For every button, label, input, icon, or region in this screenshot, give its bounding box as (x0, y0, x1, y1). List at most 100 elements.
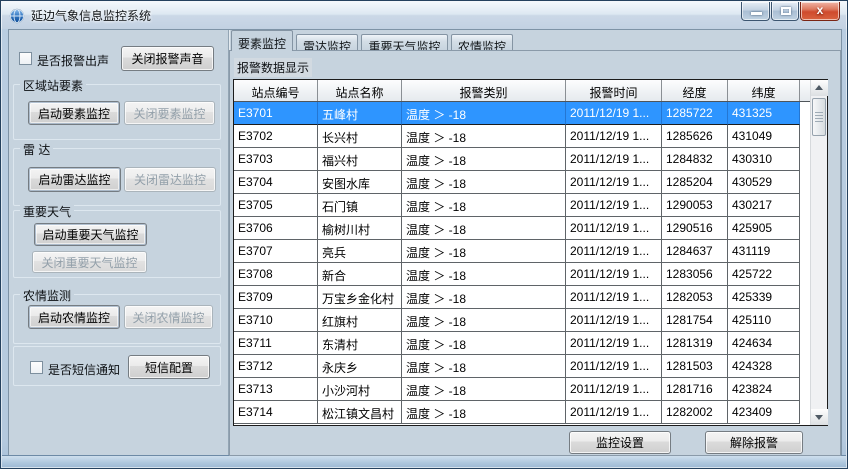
grid-header: 站点编号 站点名称 报警类别 报警时间 经度 纬度 (234, 80, 827, 102)
table-cell: 2011/12/19 1... (566, 332, 662, 355)
group-sms: 是否短信通知 短信配置 (13, 346, 221, 386)
table-row[interactable]: E3706榆树川村温度 ＞ -182011/12/19 1...12905164… (234, 217, 810, 240)
table-row[interactable]: E3708新合温度 ＞ -182011/12/19 1...1283056425… (234, 263, 810, 286)
table-cell: 五峰村 (318, 102, 402, 125)
group-radar: 雷 达 启动雷达监控 关闭雷达监控 (13, 148, 221, 206)
alarm-sound-checkbox[interactable] (19, 52, 32, 65)
sms-notify-label: 是否短信通知 (48, 361, 120, 378)
header-station-name[interactable]: 站点名称 (318, 80, 402, 101)
close-alarm-sound-button[interactable]: 关闭报警声音 (121, 46, 214, 71)
table-cell: 温度 ＞ -18 (402, 194, 566, 217)
tab-radar-monitor[interactable]: 雷达监控 (296, 34, 358, 51)
table-row[interactable]: E3703福兴村温度 ＞ -182011/12/19 1...128483243… (234, 148, 810, 171)
table-cell: 2011/12/19 1... (566, 171, 662, 194)
start-agriculture-monitor-button[interactable]: 启动农情监控 (28, 305, 120, 329)
vertical-scrollbar[interactable] (810, 80, 827, 425)
tab-weather-monitor[interactable]: 重要天气监控 (361, 34, 448, 51)
table-cell: 423824 (728, 378, 800, 401)
window-frame-bottom (2, 455, 846, 467)
close-icon: x (817, 3, 824, 17)
table-cell: 2011/12/19 1... (566, 217, 662, 240)
minimize-button[interactable] (741, 2, 770, 21)
table-cell: 1284832 (662, 148, 728, 171)
maximize-icon (781, 7, 791, 15)
scroll-down-button[interactable] (811, 409, 828, 425)
table-cell: 2011/12/19 1... (566, 309, 662, 332)
group-weather-title: 重要天气 (20, 203, 74, 220)
table-row[interactable]: E3707亮兵温度 ＞ -182011/12/19 1...1284637431… (234, 240, 810, 263)
table-cell: 1281503 (662, 355, 728, 378)
table-cell: 430217 (728, 194, 800, 217)
tab-element-monitor[interactable]: 要素监控 (231, 30, 293, 51)
header-alarm-type[interactable]: 报警类别 (402, 80, 566, 101)
table-cell: 榆树川村 (318, 217, 402, 240)
group-element-title: 区域站要素 (20, 77, 86, 94)
cancel-alarm-button[interactable]: 解除报警 (705, 431, 803, 454)
grid-body: E3701五峰村温度 ＞ -182011/12/19 1...128572243… (234, 102, 810, 425)
table-row[interactable]: E3709万宝乡金化村温度 ＞ -182011/12/19 1...128205… (234, 286, 810, 309)
table-cell: 石门镇 (318, 194, 402, 217)
start-element-monitor-button[interactable]: 启动要素监控 (28, 101, 120, 125)
stop-element-monitor-button[interactable]: 关闭要素监控 (124, 101, 215, 125)
table-cell: E3704 (234, 171, 318, 194)
stop-radar-monitor-button[interactable]: 关闭雷达监控 (124, 167, 216, 192)
table-row[interactable]: E3713小沙河村温度 ＞ -182011/12/19 1...12817164… (234, 378, 810, 401)
group-agriculture: 农情监测 启动农情监控 关闭农情监控 (13, 294, 221, 344)
table-cell: 温度 ＞ -18 (402, 148, 566, 171)
scroll-up-button[interactable] (811, 80, 828, 96)
table-cell: 2011/12/19 1... (566, 355, 662, 378)
table-cell: E3702 (234, 125, 318, 148)
stop-weather-monitor-button[interactable]: 关闭重要天气监控 (32, 251, 147, 273)
scrollbar-thumb[interactable] (812, 98, 826, 136)
table-cell: 1281754 (662, 309, 728, 332)
main-area: 要素监控 雷达监控 重要天气监控 农情监控 报警数据显示 站点编号 站点名称 报… (229, 30, 841, 456)
table-cell: 2011/12/19 1... (566, 125, 662, 148)
header-station-id[interactable]: 站点编号 (234, 80, 318, 101)
sms-config-button[interactable]: 短信配置 (128, 355, 210, 379)
table-row[interactable]: E3712永庆乡温度 ＞ -182011/12/19 1...128150342… (234, 355, 810, 378)
table-cell: 2011/12/19 1... (566, 240, 662, 263)
table-row[interactable]: E3710红旗村温度 ＞ -182011/12/19 1...128175442… (234, 309, 810, 332)
arrow-down-icon (815, 415, 823, 420)
table-cell: 亮兵 (318, 240, 402, 263)
table-cell: 2011/12/19 1... (566, 263, 662, 286)
table-cell: 430529 (728, 171, 800, 194)
header-latitude[interactable]: 纬度 (728, 80, 800, 101)
table-row[interactable]: E3705石门镇温度 ＞ -182011/12/19 1...129005343… (234, 194, 810, 217)
start-weather-monitor-button[interactable]: 启动重要天气监控 (34, 223, 147, 246)
table-cell: E3713 (234, 378, 318, 401)
table-cell: 1281716 (662, 378, 728, 401)
table-cell: 温度 ＞ -18 (402, 286, 566, 309)
table-cell: 长兴村 (318, 125, 402, 148)
table-cell: 温度 ＞ -18 (402, 378, 566, 401)
sidebar: 是否报警出声 关闭报警声音 区域站要素 启动要素监控 关闭要素监控 雷 达 启动… (9, 30, 229, 456)
table-cell: 1290053 (662, 194, 728, 217)
table-row[interactable]: E3701五峰村温度 ＞ -182011/12/19 1...128572243… (234, 102, 810, 125)
table-row[interactable]: E3702长兴村温度 ＞ -182011/12/19 1...128562643… (234, 125, 810, 148)
table-cell: E3711 (234, 332, 318, 355)
stop-agriculture-monitor-button[interactable]: 关闭农情监控 (124, 305, 213, 329)
app-icon (9, 8, 25, 24)
start-radar-monitor-button[interactable]: 启动雷达监控 (28, 167, 121, 192)
table-row[interactable]: E3714松江镇文昌村温度 ＞ -182011/12/19 1...128200… (234, 401, 810, 424)
table-cell: E3706 (234, 217, 318, 240)
maximize-button[interactable] (771, 2, 799, 21)
table-cell: E3701 (234, 102, 318, 125)
header-longitude[interactable]: 经度 (662, 80, 728, 101)
sms-notify-checkbox[interactable] (30, 361, 43, 374)
table-cell: 温度 ＞ -18 (402, 125, 566, 148)
table-row[interactable]: E3711东清村温度 ＞ -182011/12/19 1...128131942… (234, 332, 810, 355)
tab-agriculture-monitor[interactable]: 农情监控 (451, 34, 513, 51)
scrollbar-grip-icon (815, 112, 823, 122)
table-cell: E3703 (234, 148, 318, 171)
group-element: 区域站要素 启动要素监控 关闭要素监控 (13, 84, 221, 140)
table-row[interactable]: E3704安图水库温度 ＞ -182011/12/19 1...12852044… (234, 171, 810, 194)
header-alarm-time[interactable]: 报警时间 (566, 80, 662, 101)
table-cell: 2011/12/19 1... (566, 378, 662, 401)
table-cell: 1285722 (662, 102, 728, 125)
monitor-settings-button[interactable]: 监控设置 (569, 431, 671, 454)
table-cell: 425339 (728, 286, 800, 309)
close-button[interactable]: x (800, 2, 840, 21)
table-cell: 2011/12/19 1... (566, 148, 662, 171)
table-cell: 温度 ＞ -18 (402, 217, 566, 240)
